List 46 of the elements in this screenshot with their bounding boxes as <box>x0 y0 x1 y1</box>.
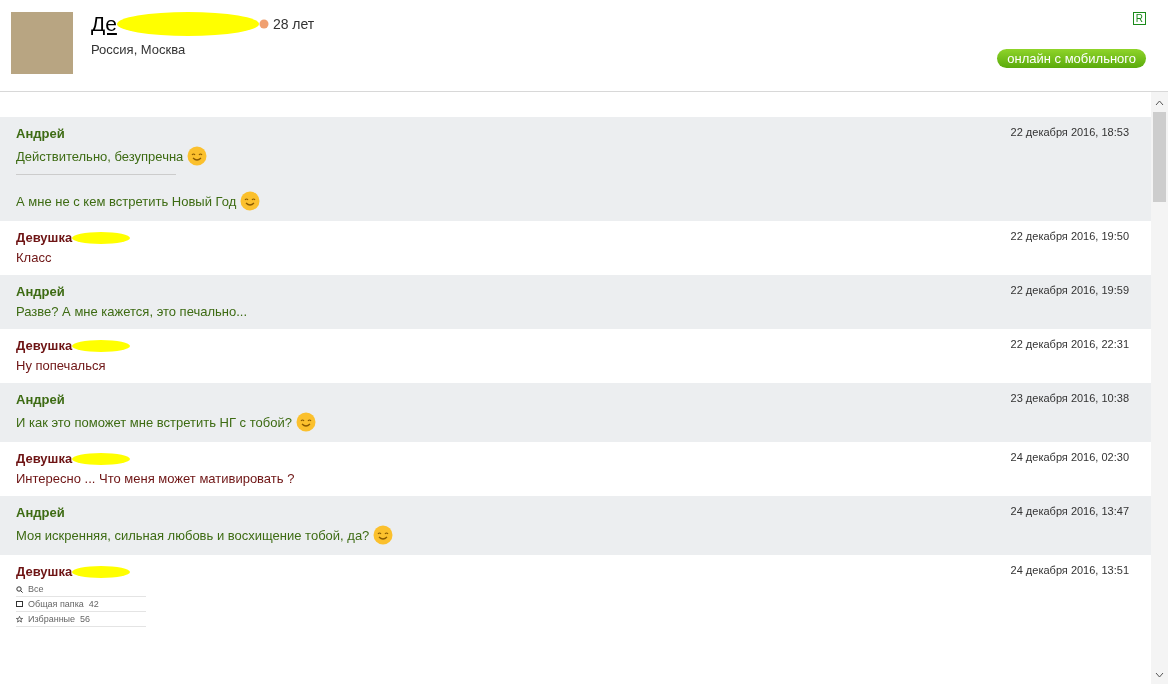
message-text: Действительно, безупречна <box>16 148 184 164</box>
attachment-label: Избранные <box>28 614 76 624</box>
scrollbar-thumb[interactable] <box>1153 112 1166 202</box>
search-icon <box>16 585 23 593</box>
message-text: Класс <box>16 250 52 265</box>
message-text: Моя искренняя, сильная любовь и восхищение тобой, да? <box>16 527 370 543</box>
message-text: Интересно ... Что меня может мативировать ? <box>16 471 295 486</box>
smiley-icon <box>373 525 394 545</box>
message-time: 22 декабря 2016, 18:53 <box>1010 126 1129 140</box>
attachment-label: Все <box>28 584 44 594</box>
message-time: 22 декабря 2016, 22:31 <box>1010 338 1129 352</box>
message-text: Ну попечалься <box>16 358 106 373</box>
online-status-badge: онлайн с мобильного <box>997 49 1146 68</box>
author-name: Андрей <box>16 126 65 141</box>
message-time: 24 декабря 2016, 02:30 <box>1010 451 1129 465</box>
star-icon <box>16 615 23 623</box>
photo-placeholder <box>11 12 73 74</box>
smiley-icon <box>295 412 316 432</box>
attachment-label: Общая папка <box>28 599 84 609</box>
message-text: И как это поможет мне встретить НГ с тобой? <box>16 414 292 430</box>
scroll-down-icon[interactable] <box>1155 672 1164 678</box>
attachment-count: 42 <box>88 599 99 609</box>
author-name: Девушка <box>16 564 73 579</box>
registered-badge: R <box>1132 12 1146 25</box>
author-name: Андрей <box>16 392 65 407</box>
author-name: Девушка <box>16 230 73 245</box>
message-time: 22 декабря 2016, 19:50 <box>1010 230 1129 244</box>
scroll-up-icon[interactable] <box>1155 100 1164 106</box>
scrollbar[interactable] <box>1151 92 1168 684</box>
message-time: 23 декабря 2016, 10:38 <box>1010 392 1129 406</box>
attachment-count: 56 <box>80 614 91 624</box>
author-name: Андрей <box>16 284 65 299</box>
folder-icon <box>16 601 23 607</box>
smiley-icon <box>240 191 261 211</box>
profile-name-link[interactable]: Де <box>91 12 117 36</box>
location-text: Россия, Москва <box>91 42 187 57</box>
smiley-icon <box>187 146 208 166</box>
message-text: А мне не с кем встретить Новый Год <box>16 193 237 209</box>
author-name: Андрей <box>16 505 65 520</box>
author-name: Девушка <box>16 338 73 353</box>
message-text: Разве? А мне кажется, это печально... <box>16 304 248 319</box>
author-name: Девушка <box>16 451 73 466</box>
message-time: 24 декабря 2016, 13:47 <box>1010 505 1129 519</box>
age-text: 28 лет <box>272 16 315 32</box>
message-time: 22 декабря 2016, 19:59 <box>1010 284 1129 298</box>
message-time: 24 декабря 2016, 13:51 <box>1010 564 1129 578</box>
